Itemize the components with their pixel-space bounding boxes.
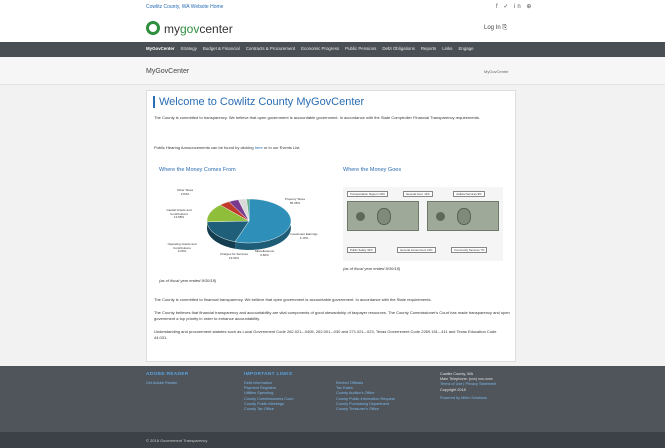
bill-portrait-icon xyxy=(377,208,391,225)
body-paragraph-2: The County believes that financial trans… xyxy=(154,310,510,321)
body-paragraph-3: Understanding and procurement statutes s… xyxy=(154,329,497,340)
page-title-bar: MyGovCenter MyGovCenter xyxy=(0,57,665,85)
money-tag-community: Community Services 7% xyxy=(451,247,488,253)
pie-label-operating-grants: Operating Grants and Contributions 3.26% xyxy=(167,242,197,254)
hearing-text-before: Public Hearing Announcements can be foun… xyxy=(154,145,254,150)
logo-ring-icon[interactable] xyxy=(146,21,160,35)
pie-label-property-taxes: Property Taxes 55.35% xyxy=(285,197,305,205)
county-home-link[interactable]: Cowlitz County, WA Website Home xyxy=(146,4,223,10)
content-panel: Welcome to Cowlitz County MyGovCenter Th… xyxy=(146,90,516,362)
logo-suffix: center xyxy=(199,22,233,36)
money-uses-heading[interactable]: Where the Money Goes xyxy=(343,167,401,173)
nav-item-debt[interactable]: Debt Obligations xyxy=(382,46,414,51)
terms-privacy-link[interactable]: Terms of Use | Privacy Statement xyxy=(440,382,496,387)
nav-item-pensions[interactable]: Public Pensions xyxy=(345,46,376,51)
site-logo[interactable]: mygovcenter xyxy=(164,22,233,36)
body-paragraph-1: The County is committed to financial tra… xyxy=(154,297,432,302)
revenue-pie-chart[interactable]: Other Taxes 3.84% Property Taxes 55.35% Ca… xyxy=(161,179,331,274)
footer-link-treasurer[interactable]: County Treasurer's Office xyxy=(336,407,395,412)
hearing-text-after: or in our Events List. xyxy=(263,145,301,150)
contact-copyright: Copyright 2018 xyxy=(440,387,466,392)
money-tag-public-safety: Public Safety 32% xyxy=(347,247,376,253)
nav-item-links[interactable]: Links xyxy=(442,46,452,51)
uses-caption: (as of fiscal year ended 9/30/18) xyxy=(343,266,401,271)
money-sources-heading[interactable]: Where the Money Comes From xyxy=(159,167,236,173)
dollar-bill-image xyxy=(427,201,499,231)
nav-item-engage[interactable]: Engage xyxy=(458,46,473,51)
site-footer: ADOBE READER Get Adobe Reader IMPORTANT … xyxy=(0,366,665,432)
adobe-reader-link[interactable]: Get Adobe Reader xyxy=(146,381,189,386)
pie-label-miscellaneous: Miscellaneous 0.82% xyxy=(255,249,275,257)
money-goes-image[interactable]: Transportation Support 19% General Govt.… xyxy=(343,187,503,261)
hearing-here-link[interactable]: here xyxy=(255,145,263,150)
bill-seal-icon xyxy=(436,212,445,221)
money-tag-judicial: Judicial Services 9% xyxy=(453,191,485,197)
pie-label-capital-grants: Capital Grants and Contributions 13.58% xyxy=(166,208,192,220)
pie-label-charges-services: Charges for Services 19.04% xyxy=(219,252,248,260)
footer-link-tax-office[interactable]: County Tax Office xyxy=(244,407,294,412)
powered-by-link[interactable]: Powered by Mitrix Solutions xyxy=(440,396,496,401)
bottom-bar: © 2018 Government Transparency xyxy=(0,432,665,448)
money-tag-transportation: Transportation Support 19% xyxy=(347,191,388,197)
bill-portrait-icon xyxy=(457,208,471,225)
money-tag-general-govt: General Govt. 14% xyxy=(403,191,433,197)
important-links-heading: IMPORTANT LINKS xyxy=(244,372,293,377)
nav-item-reports[interactable]: Reports xyxy=(421,46,436,51)
bill-seal-icon xyxy=(356,212,365,221)
logo-prefix: my xyxy=(164,22,180,36)
nav-item-contracts[interactable]: Contracts & Procurement xyxy=(246,46,295,51)
social-icons[interactable]: f ✓ in ⊕ xyxy=(496,3,533,10)
bottom-copyright: © 2018 Government Transparency xyxy=(146,438,208,443)
brand-header: mygovcenter Log In ⎘ xyxy=(0,14,665,42)
pie-label-investment-earnings: Investment Earnings 4.10% xyxy=(290,232,318,240)
breadcrumb[interactable]: MyGovCenter xyxy=(484,69,509,74)
nav-item-economic[interactable]: Economic Progress xyxy=(301,46,339,51)
adobe-heading: ADOBE READER xyxy=(146,372,189,377)
footer-contact-column: Cowlitz County, WA Main Telephone: (xxx)… xyxy=(440,372,496,401)
footer-links-column-1: IMPORTANT LINKS Debt Information Payment… xyxy=(244,372,294,412)
login-link[interactable]: Log In ⎘ xyxy=(484,25,507,32)
intro-paragraph: The County is committed to transparency.… xyxy=(154,115,481,120)
welcome-heading: Welcome to Cowlitz County MyGovCenter xyxy=(153,96,364,108)
sources-caption: (as of fiscal year ended 9/30/18) xyxy=(159,278,217,283)
top-utility-bar: Cowlitz County, WA Website Home f ✓ in ⊕ xyxy=(0,0,665,14)
hearing-paragraph: Public Hearing Announcements can be foun… xyxy=(154,145,510,151)
main-nav: MyGovCenter Strategy Budget & Financial … xyxy=(0,42,665,57)
nav-item-strategy[interactable]: Strategy xyxy=(181,46,197,51)
nav-item-budget[interactable]: Budget & Financial xyxy=(203,46,240,51)
footer-adobe-column: ADOBE READER Get Adobe Reader xyxy=(146,372,189,386)
pie-label-other-taxes: Other Taxes 3.84% xyxy=(177,188,194,196)
logo-highlight: gov xyxy=(180,22,200,36)
nav-item-mygovcenter[interactable]: MyGovCenter xyxy=(146,46,175,51)
footer-links-column-2: Elected Officials Tax Rates County Audit… xyxy=(336,381,395,412)
money-tag-general-government: General Government 12% xyxy=(397,247,436,253)
dollar-bill-image xyxy=(347,201,419,231)
page-title: MyGovCenter xyxy=(146,68,190,75)
